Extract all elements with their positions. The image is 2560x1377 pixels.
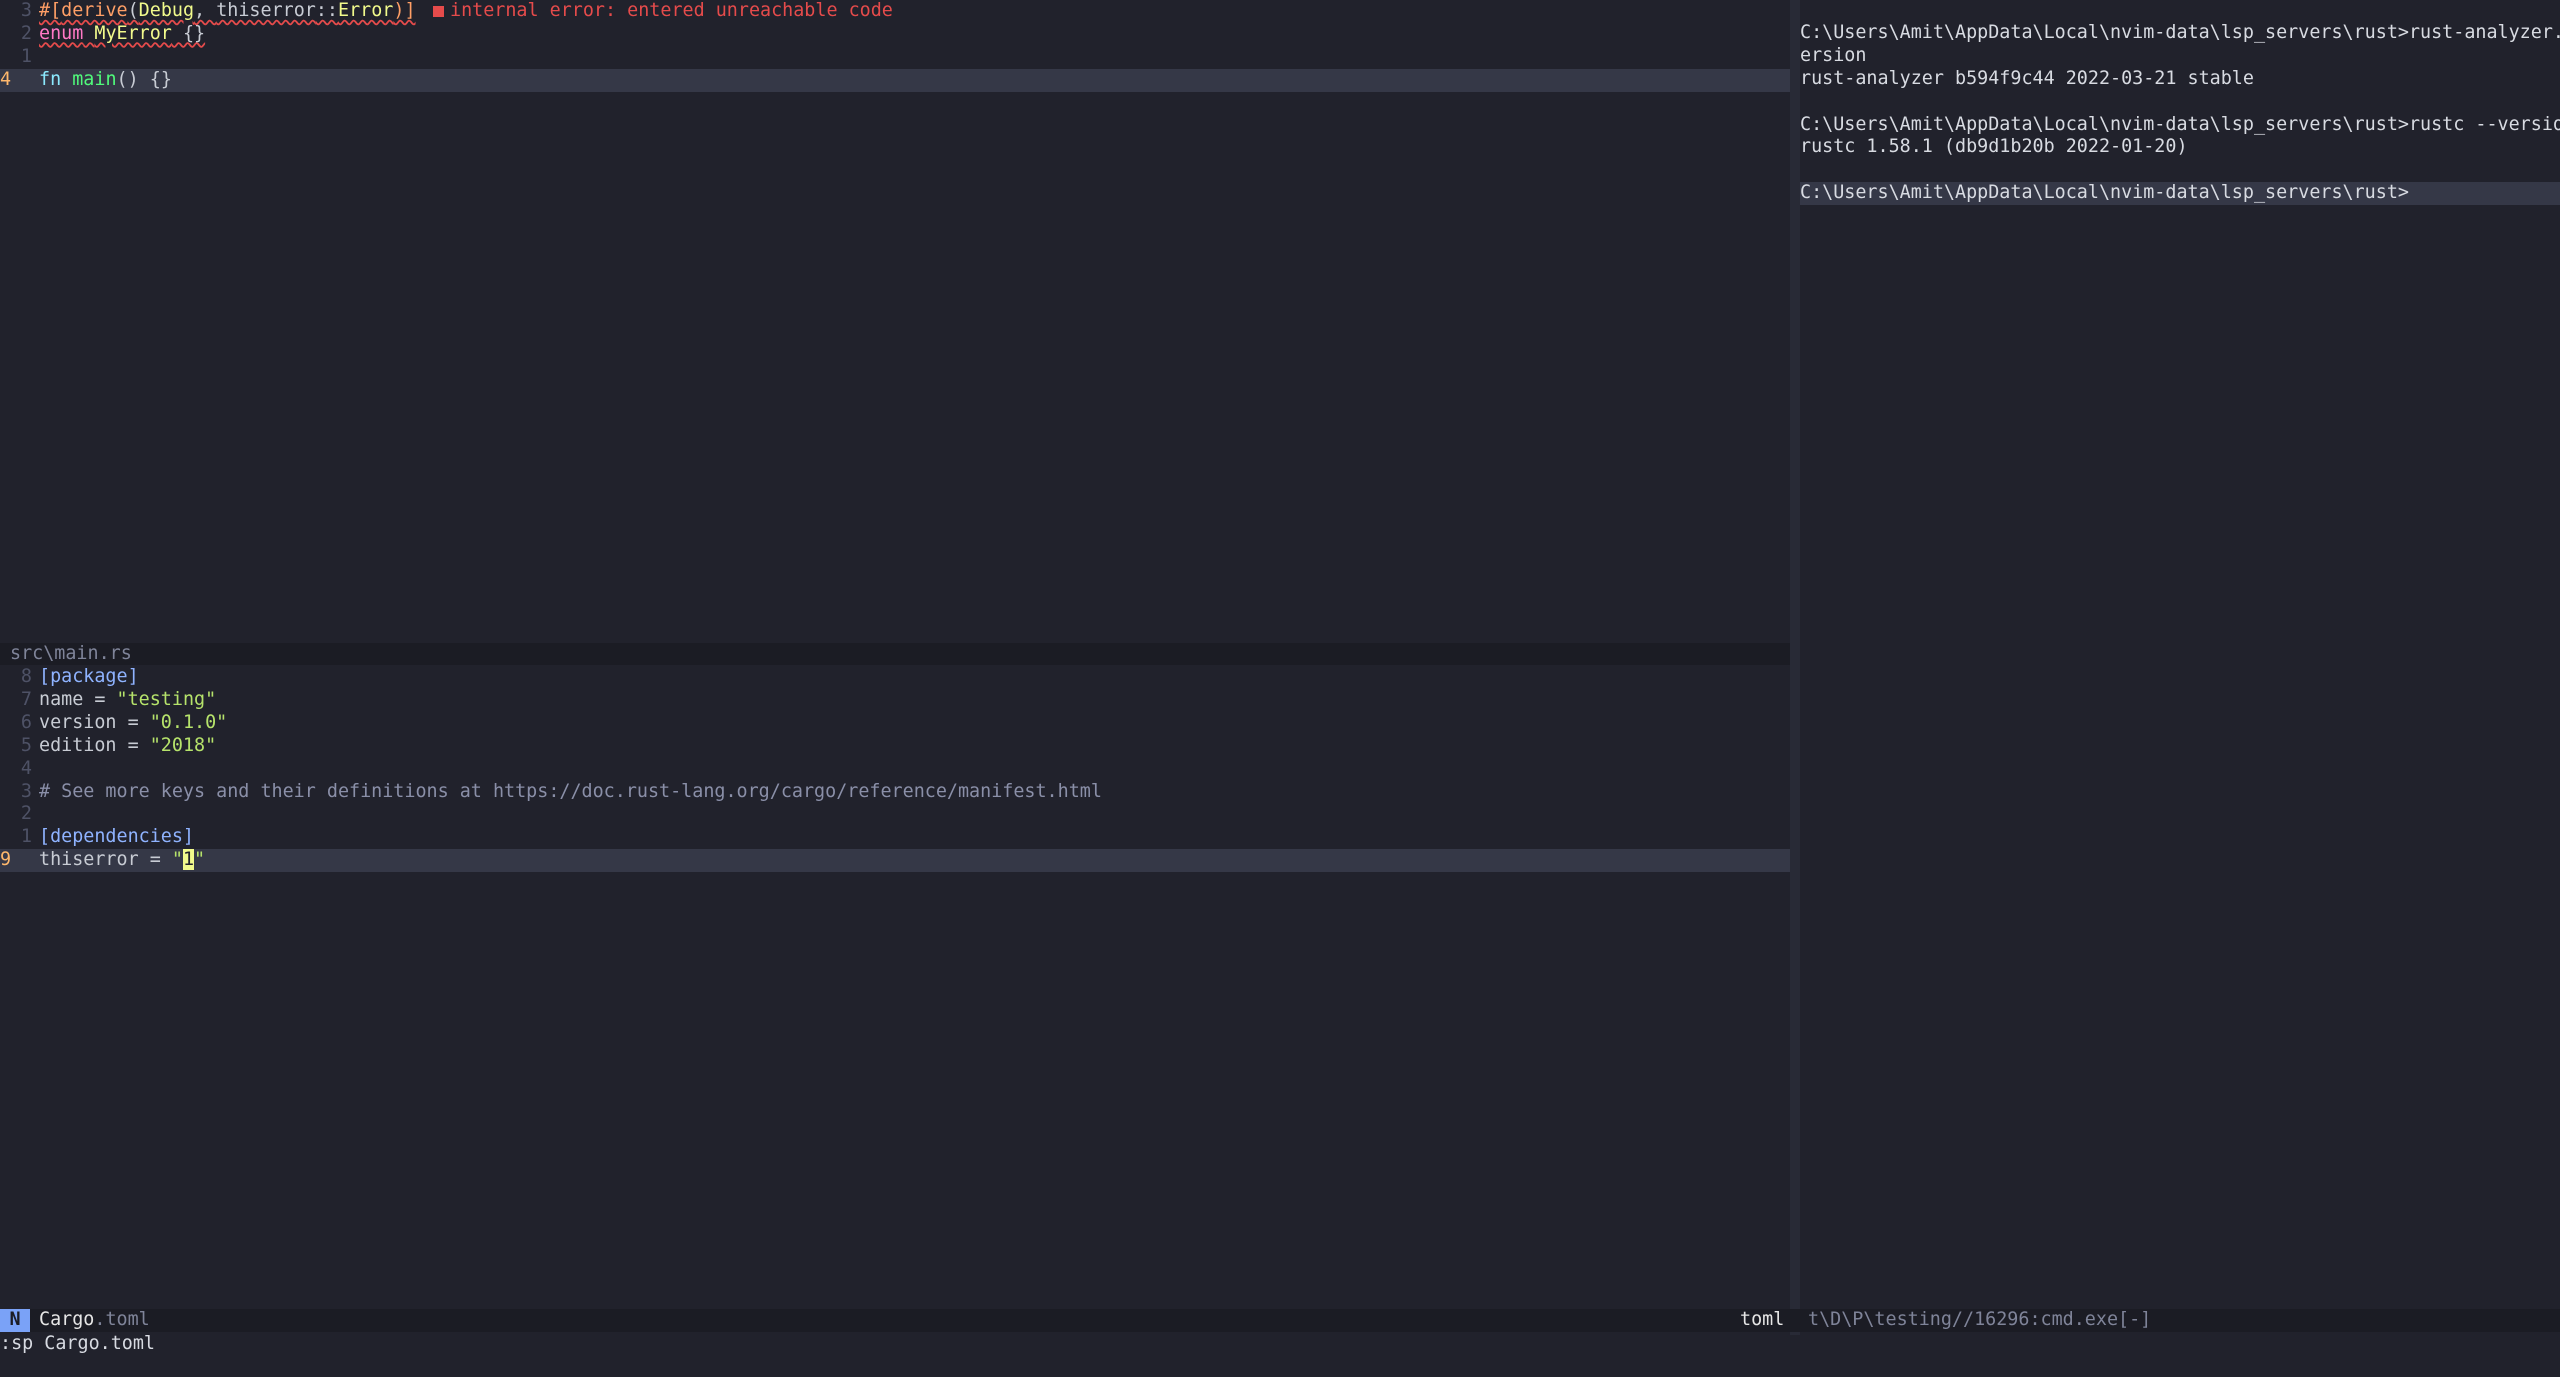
statusline-filename: Cargo.toml — [39, 1309, 150, 1332]
code-line[interactable]: 9 thiserror = "1" — [0, 849, 1790, 873]
code-token: :: — [315, 0, 339, 21]
filename-ext: .toml — [94, 1309, 150, 1330]
code-token: name = — [39, 688, 117, 710]
line-number: 4 — [0, 68, 12, 90]
code-text: [package] — [39, 666, 139, 689]
code-token: thiserror = — [39, 849, 172, 871]
line-number: 3 — [20, 780, 32, 802]
editor-bottom-pane[interactable]: 8 [package] 7 name = "testing" 6 version = "0… — [0, 666, 1790, 1309]
code-line[interactable]: 4 — [0, 758, 1790, 781]
code-token: " — [194, 849, 206, 871]
code-text: name = "testing" — [39, 689, 216, 712]
code-line[interactable]: 7 name = "testing" — [0, 689, 1790, 712]
code-token: # See more keys and their definitions at… — [39, 780, 1102, 802]
code-line[interactable]: 4 fn main() {} — [0, 68, 1790, 92]
code-token: {} — [171, 22, 206, 44]
code-token: MyError — [94, 22, 172, 44]
text-cursor: 1 — [182, 849, 195, 871]
diagnostic-message: internal error: entered unreachable code — [450, 0, 893, 21]
terminal-line: ersion — [1800, 44, 1867, 66]
statusline: N Cargo.toml toml t\D\P\testing//16296:c… — [0, 1309, 2560, 1332]
code-token: Debug — [138, 0, 195, 21]
line-number: 2 — [20, 22, 32, 44]
code-token: "testing" — [116, 688, 217, 710]
terminal-line: C:\Users\Amit\AppData\Local\nvim-data\ls… — [1800, 113, 2560, 135]
terminal-statusline: t\D\P\testing//16296:cmd.exe[-] — [1808, 1309, 2152, 1330]
code-text: # See more keys and their definitions at… — [39, 781, 1102, 804]
terminal-pane[interactable]: C:\Users\Amit\AppData\Local\nvim-data\ls… — [1800, 22, 2560, 206]
code-text: edition = "2018" — [39, 735, 216, 758]
line-number: 6 — [20, 711, 32, 733]
top-pane-winbar: src\main.rs — [0, 643, 1790, 665]
line-number: 7 — [20, 688, 32, 710]
line-number: 2 — [20, 803, 32, 825]
line-number: 1 — [20, 826, 32, 848]
code-token: " — [171, 849, 183, 871]
vertical-split-separator[interactable] — [1790, 0, 1800, 1335]
code-line[interactable]: 3 # See more keys and their definitions a… — [0, 781, 1790, 804]
code-token: thiserror — [216, 0, 316, 21]
code-token: "2018" — [149, 734, 217, 756]
code-line[interactable]: 5 edition = "2018" — [0, 735, 1790, 758]
code-line[interactable]: 2 — [0, 803, 1790, 826]
code-text: [dependencies] — [39, 826, 194, 849]
line-number: 8 — [20, 666, 32, 687]
code-token: ( — [127, 0, 139, 21]
editor-top-pane[interactable]: 3 #[derive(Debug, thiserror::Error)] inter… — [0, 0, 1790, 645]
mode-indicator: N — [0, 1309, 30, 1332]
error-sign-icon — [433, 6, 444, 17]
code-line[interactable]: 1 [dependencies] — [0, 826, 1790, 849]
terminal-line: rust-analyzer b594f9c44 2022-03-21 stabl… — [1800, 67, 2254, 89]
code-token: Error — [338, 0, 394, 21]
code-line[interactable]: 6 version = "0.1.0" — [0, 712, 1790, 735]
code-line[interactable]: 2 enum MyError {} — [0, 23, 1790, 46]
statusline-filetype: toml — [1740, 1309, 1785, 1330]
line-number: 5 — [20, 734, 32, 756]
code-token: enum — [39, 22, 84, 44]
code-token: derive — [61, 0, 128, 21]
code-token: main — [72, 68, 117, 90]
terminal-line: rustc 1.58.1 (db9d1b20b 2022-01-20) — [1800, 136, 2188, 158]
code-token: [package] — [39, 666, 139, 687]
line-number: 1 — [20, 45, 32, 67]
code-line[interactable]: 3 #[derive(Debug, thiserror::Error)] inter… — [0, 0, 1790, 23]
diagnostic-virtual-text: internal error: entered unreachable code — [433, 0, 893, 23]
code-token: [dependencies] — [39, 826, 195, 848]
code-line[interactable]: 8 [package] — [0, 666, 1790, 689]
code-line[interactable]: 1 — [0, 46, 1790, 69]
command-line[interactable]: :sp Cargo.toml — [0, 1333, 155, 1356]
line-number: 9 — [0, 849, 12, 871]
code-text: #[derive(Debug, thiserror::Error)] — [39, 0, 416, 23]
code-token: #[ — [39, 0, 62, 21]
code-token: fn — [39, 68, 62, 90]
code-token: , — [194, 0, 217, 21]
code-token: )] — [393, 0, 416, 21]
code-token: "0.1.0" — [149, 711, 228, 733]
code-token: edition = — [39, 734, 150, 756]
line-number: 3 — [20, 0, 32, 21]
code-text: version = "0.1.0" — [39, 712, 227, 735]
terminal-line: C:\Users\Amit\AppData\Local\nvim-data\ls… — [1800, 22, 2560, 43]
code-token: version = — [39, 711, 150, 733]
filename-base: Cargo — [39, 1309, 95, 1330]
code-token: () {} — [116, 68, 172, 90]
terminal-line: C:\Users\Amit\AppData\Local\nvim-data\ls… — [1800, 182, 2560, 206]
code-text: fn main() {} — [39, 69, 172, 92]
code-text: enum MyError {} — [39, 23, 205, 46]
code-text: thiserror = "1" — [39, 849, 205, 872]
line-number: 4 — [20, 757, 32, 779]
